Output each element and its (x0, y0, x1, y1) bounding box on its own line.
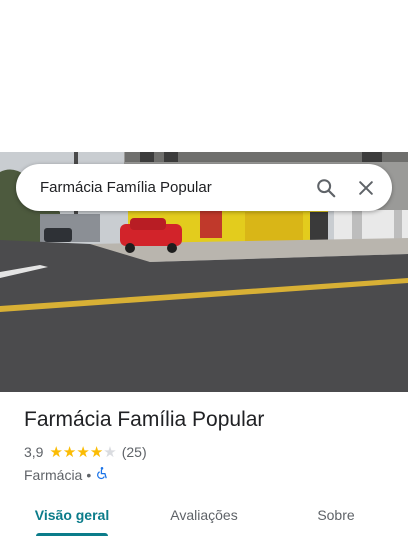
tab-overview[interactable]: Visão geral (0, 494, 144, 536)
search-input[interactable]: Farmácia Família Popular (40, 179, 306, 196)
tab-active-indicator (36, 533, 108, 536)
star-icon: ★ (62, 443, 77, 461)
tab-reviews[interactable]: Avaliações (144, 494, 264, 536)
tab-bar: Visão geral Avaliações Sobre (0, 494, 408, 536)
rating-row[interactable]: 3,9 ★ ★ ★ ★ ★ (25) (24, 444, 147, 460)
rating-stars: ★ ★ ★ ★ ★ (49, 445, 116, 460)
search-bar[interactable]: Farmácia Família Popular (16, 164, 392, 211)
separator: • (86, 466, 92, 483)
search-icon[interactable] (306, 168, 346, 208)
place-category: Farmácia (24, 466, 83, 483)
star-icon: ★ (103, 443, 117, 461)
category-row: Farmácia • (24, 466, 109, 483)
tab-label: Sobre (317, 507, 355, 523)
star-icon: ★ (76, 443, 90, 461)
review-count[interactable]: (25) (122, 444, 147, 460)
tab-label: Visão geral (34, 507, 110, 523)
tab-label: Avaliações (170, 507, 238, 523)
tab-about[interactable]: Sobre (264, 494, 408, 536)
star-icon: ★ (89, 443, 104, 461)
star-icon: ★ (49, 443, 63, 461)
rating-value: 3,9 (24, 444, 44, 460)
close-icon[interactable] (346, 168, 386, 208)
place-title: Farmácia Família Popular (24, 408, 265, 431)
wheelchair-icon (95, 466, 109, 483)
